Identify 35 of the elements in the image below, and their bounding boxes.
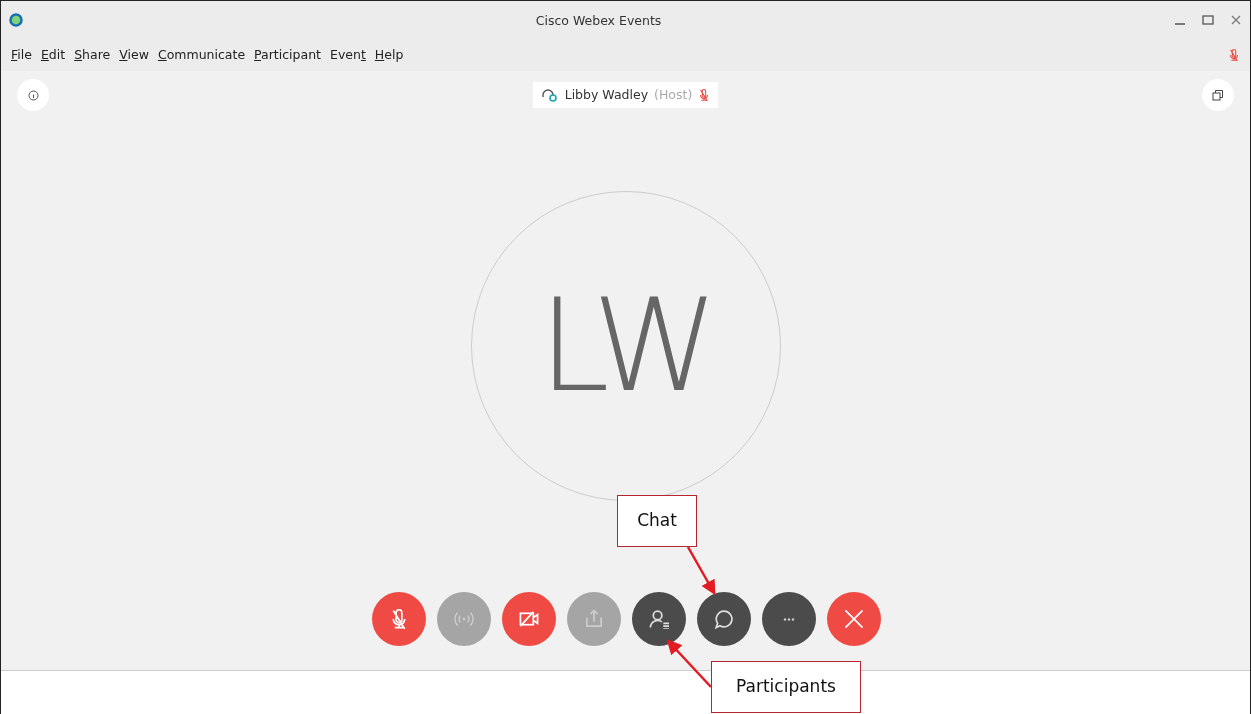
video-button[interactable] bbox=[502, 592, 556, 646]
menu-item[interactable]: View bbox=[119, 45, 149, 65]
more-icon bbox=[782, 617, 796, 621]
menu-item[interactable]: Participant bbox=[254, 45, 321, 65]
layout-button[interactable] bbox=[1202, 79, 1234, 111]
chat-bubble-icon bbox=[714, 609, 734, 629]
callout-arrow bbox=[666, 639, 712, 688]
menu-item[interactable]: Help bbox=[374, 45, 404, 65]
info-icon bbox=[27, 89, 39, 101]
callout-label: Participants bbox=[711, 661, 861, 713]
share-icon bbox=[584, 609, 604, 629]
menu-item[interactable]: Edit bbox=[40, 45, 66, 65]
chat-button[interactable] bbox=[697, 592, 751, 646]
menu-item[interactable]: Communicate bbox=[157, 45, 246, 65]
close-icon[interactable] bbox=[1230, 14, 1242, 26]
speaker-name: Libby Wadley bbox=[564, 85, 649, 104]
callout-arrow bbox=[686, 546, 716, 596]
close-icon bbox=[844, 609, 864, 629]
video-off-icon bbox=[519, 609, 539, 629]
leave-button[interactable] bbox=[827, 592, 881, 646]
info-button[interactable] bbox=[17, 79, 49, 111]
headset-icon bbox=[540, 88, 559, 102]
windows-icon bbox=[1212, 89, 1224, 101]
participants-button[interactable] bbox=[632, 592, 686, 646]
menu-item[interactable]: Share bbox=[74, 45, 111, 65]
person-list-icon bbox=[649, 609, 669, 629]
mute-button[interactable] bbox=[372, 592, 426, 646]
app-logo-icon bbox=[9, 13, 23, 27]
callout-label: Chat bbox=[617, 495, 697, 547]
window-title: Cisco Webex Events bbox=[535, 13, 662, 28]
menu-item[interactable]: File bbox=[11, 45, 32, 65]
maximize-icon[interactable] bbox=[1202, 14, 1214, 26]
speaker-role: (Host) bbox=[654, 85, 693, 104]
menu-item[interactable]: Event bbox=[330, 45, 366, 65]
more-button[interactable] bbox=[762, 592, 816, 646]
